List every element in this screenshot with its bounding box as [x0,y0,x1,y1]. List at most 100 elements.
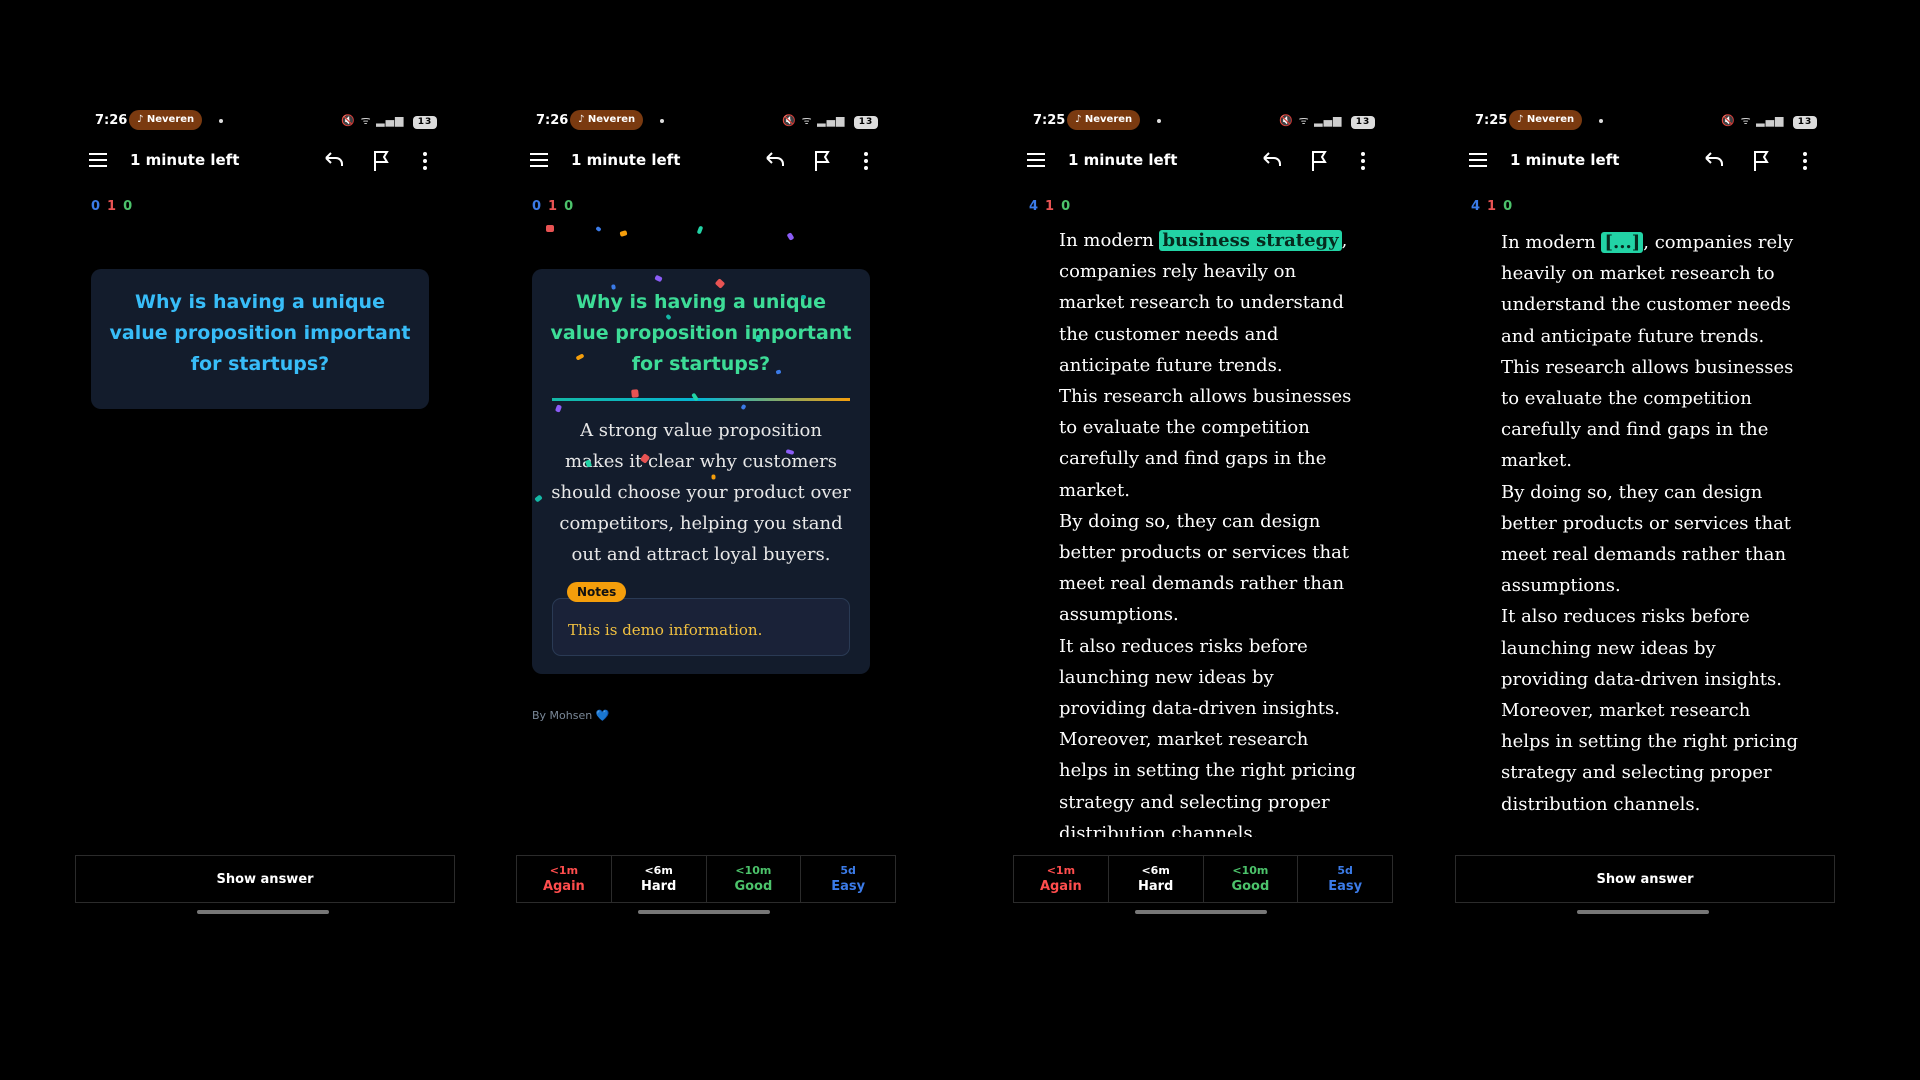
easy-button[interactable]: 5d Easy [1298,856,1392,902]
question-text: Why is having a unique value proposition… [550,291,852,375]
now-playing-pill[interactable]: ♪ Neveren [570,110,644,130]
paragraph: It also reduces risks before launching n… [1059,635,1340,720]
paragraph: By doing so, they can design better prod… [1059,510,1350,626]
now-playing-pill[interactable]: ♪ Neveren [1067,110,1141,130]
signal-icons: 🔇 ︎ᯤ ▂▄▆ 13 [1279,113,1375,129]
home-indicator[interactable] [638,910,770,914]
home-indicator[interactable] [1577,910,1709,914]
status-bar: 7:26 ♪ Neveren 🔇 ︎ᯤ ▂▄▆ 13 [75,109,455,133]
easy-label: Easy [831,879,866,894]
toolbar: 1 minute left [1013,141,1393,181]
home-indicator[interactable] [1135,910,1267,914]
review-count: 0 [564,199,581,214]
easy-interval: 5d [840,864,856,877]
more-options-icon[interactable] [854,149,878,173]
phone-screen-cloze-answer: 7:25 ♪ Neveren 🔇 ︎ᯤ ▂▄▆ 13 1 minute left… [1013,105,1393,925]
toolbar: 1 minute left [516,141,896,181]
signal-icons: 🔇 ︎ᯤ ▂▄▆ 13 [341,113,437,129]
status-time: 7:26 [95,113,128,128]
toolbar-title: 1 minute left [130,151,240,169]
paragraph: It also reduces risks before launching n… [1501,606,1782,690]
passage-text: In modern business strategy, companies r… [1059,225,1359,837]
more-options-icon[interactable] [413,149,437,173]
card-counts: 010 [532,199,580,214]
answer-buttons-bar: <1m Again <6m Hard <10m Good 5d Easy [516,855,896,903]
good-button[interactable]: <10m Good [707,856,802,902]
battery-icon: 13 [854,116,878,129]
toolbar-title: 1 minute left [1068,151,1178,169]
review-count: 0 [1061,199,1078,214]
status-time: 7:25 [1475,113,1508,128]
learn-count: 1 [1487,199,1504,214]
text-span: In modern [1059,230,1160,251]
learn-count: 1 [107,199,124,214]
bottom-bar: Show answer [1455,855,1835,903]
easy-interval: 5d [1337,864,1353,877]
more-options-icon[interactable] [1351,149,1375,173]
menu-icon[interactable] [530,153,548,167]
notification-dot [660,119,664,123]
toolbar-title: 1 minute left [1510,151,1620,169]
hard-interval: <6m [644,864,673,877]
toolbar: 1 minute left [75,141,455,181]
new-count: 0 [91,199,108,214]
notes-section: Notes This is demo information. [552,582,850,656]
paragraph: In modern business strategy, companies r… [1059,225,1359,381]
good-button[interactable]: <10m Good [1204,856,1299,902]
paragraph: Moreover, market research helps in setti… [1501,700,1798,815]
confetti-piece [631,389,639,398]
paragraph: This research allows businesses to evalu… [1059,386,1352,501]
good-interval: <10m [735,864,772,877]
status-bar: 7:25 ♪ Neveren 🔇 ︎ᯤ ▂▄▆ 13 [1455,109,1835,133]
flag-icon[interactable] [1750,149,1774,173]
good-interval: <10m [1232,864,1269,877]
status-time: 7:26 [536,113,569,128]
toolbar: 1 minute left [1455,141,1835,181]
confetti-piece [696,225,704,235]
paragraph: This research allows businesses to evalu… [1501,356,1794,472]
undo-icon[interactable] [322,149,346,173]
more-options-icon[interactable] [1793,149,1817,173]
question-card: Why is having a unique value proposition… [91,269,429,409]
card-counts: 410 [1029,199,1077,214]
hard-label: Hard [640,879,677,894]
paragraph: Moreover, market research helps in setti… [1059,729,1356,837]
menu-icon[interactable] [89,153,107,167]
show-answer-button[interactable]: Show answer [76,856,454,902]
now-playing-pill[interactable]: ♪ Neveren [1509,110,1583,130]
home-indicator[interactable] [197,910,329,914]
card-counts: 010 [91,199,139,214]
show-answer-button[interactable]: Show answer [1456,856,1834,902]
notes-badge: Notes [567,582,627,602]
hard-button[interactable]: <6m Hard [612,856,707,902]
passage-text: In modern [...], companies rely heavily … [1501,227,1801,820]
undo-icon[interactable] [763,149,787,173]
confetti-piece [800,294,807,300]
easy-button[interactable]: 5d Easy [801,856,895,902]
answer-card: Why is having a unique value proposition… [532,269,870,674]
flag-icon[interactable] [1308,149,1332,173]
confetti-piece [546,225,554,232]
menu-icon[interactable] [1469,153,1487,167]
answer-text: A strong value proposition makes it clea… [551,420,851,565]
status-bar: 7:26 ♪ Neveren 🔇 ︎ᯤ ▂▄▆ 13 [516,109,896,133]
learn-count: 1 [1045,199,1062,214]
menu-icon[interactable] [1027,153,1045,167]
undo-icon[interactable] [1260,149,1284,173]
text-span: In modern [1501,232,1602,253]
now-playing-pill[interactable]: ♪ Neveren [129,110,203,130]
signal-icons: 🔇 ︎ᯤ ▂▄▆ 13 [1721,113,1817,129]
good-label: Good [1231,879,1270,894]
battery-icon: 13 [1351,116,1375,129]
hard-button[interactable]: <6m Hard [1109,856,1204,902]
signal-icons: 🔇 ︎ᯤ ▂▄▆ 13 [782,113,878,129]
undo-icon[interactable] [1702,149,1726,173]
review-count: 0 [1503,199,1520,214]
again-button[interactable]: <1m Again [517,856,612,902]
flag-icon[interactable] [811,149,835,173]
flag-icon[interactable] [370,149,394,173]
confetti-piece [786,232,795,241]
again-button[interactable]: <1m Again [1014,856,1109,902]
hard-interval: <6m [1141,864,1170,877]
status-bar: 7:25 ♪ Neveren 🔇 ︎ᯤ ▂▄▆ 13 [1013,109,1393,133]
